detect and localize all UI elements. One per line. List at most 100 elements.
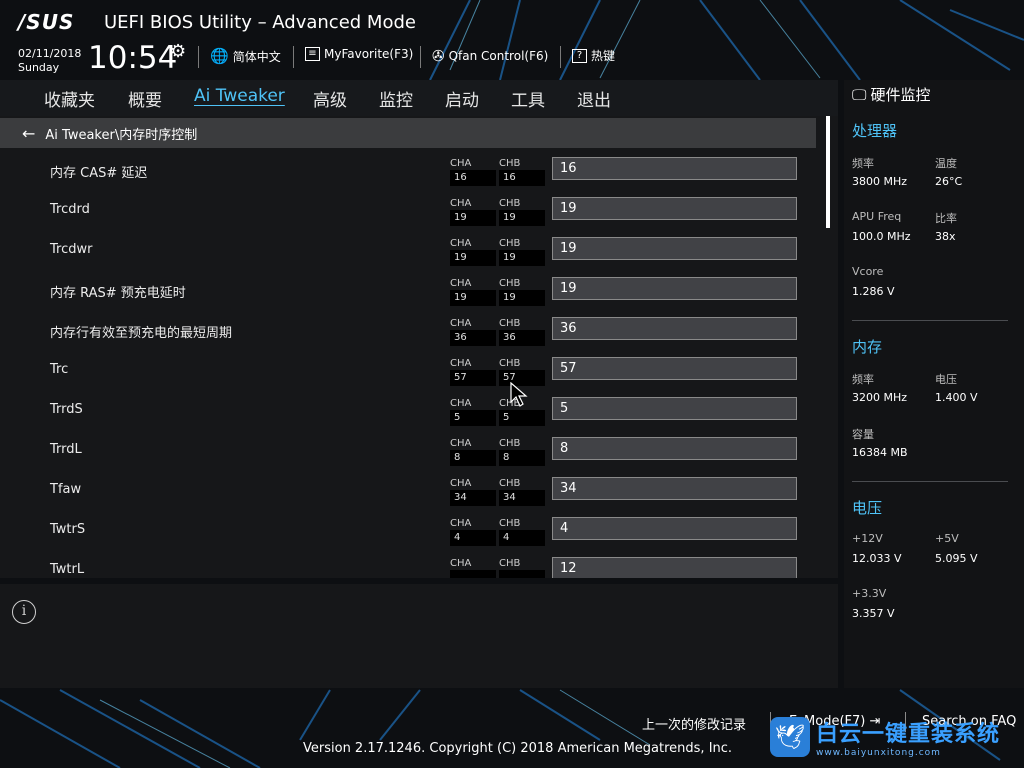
info-icon: i: [12, 600, 36, 624]
timing-label: Tfaw: [50, 482, 82, 497]
timing-input[interactable]: 36: [552, 317, 797, 340]
channel-b-value: 34: [499, 490, 545, 506]
timing-input[interactable]: 19: [552, 197, 797, 220]
timing-row[interactable]: TwtrL CHA CHB 12: [0, 552, 816, 578]
header-divider: [420, 46, 421, 68]
channel-b-value: 4: [499, 530, 545, 546]
channel-a-readout: CHA 19: [450, 237, 496, 266]
timing-row[interactable]: 内存 CAS# 延迟 CHA 16 CHB 16 16: [0, 152, 816, 192]
mem-freq-label: 频率: [852, 373, 874, 386]
monitor-icon: 🖵: [852, 85, 867, 104]
channel-a-value: 57: [450, 370, 496, 386]
timing-label: TwtrL: [50, 562, 85, 577]
channel-a-readout: CHA 36: [450, 317, 496, 346]
apu-freq-label: APU Freq: [852, 210, 902, 223]
timing-input[interactable]: 5: [552, 397, 797, 420]
channel-a-value: 4: [450, 530, 496, 546]
timing-row[interactable]: 内存行有效至预充电的最短周期 CHA 36 CHB 36 36: [0, 312, 816, 352]
channel-b-value: 36: [499, 330, 545, 346]
scrollbar[interactable]: [826, 116, 830, 228]
myfavorite-button[interactable]: ≡ MyFavorite(F3): [305, 47, 413, 61]
timing-input[interactable]: 12: [552, 557, 797, 578]
hotkeys-label: 热键: [591, 49, 616, 63]
cpu-temp-label: 温度: [935, 157, 957, 170]
settings-panel: ← Ai Tweaker\内存时序控制 内存 CAS# 延迟 CHA 16 CHB 16…: [0, 116, 838, 578]
channel-b-readout: CHB 19: [499, 237, 545, 266]
channel-a-readout: CHA 8: [450, 437, 496, 466]
clock: 10:54: [88, 40, 178, 76]
channel-a-caption: CHA: [450, 318, 472, 329]
channel-b-value: [499, 570, 545, 578]
timing-label: TrrdS: [50, 402, 83, 417]
back-arrow-icon[interactable]: ←: [22, 124, 35, 143]
timing-row[interactable]: 内存 RAS# 预充电延时 CHA 19 CHB 19 19: [0, 272, 816, 312]
channel-a-caption: CHA: [450, 398, 472, 409]
timing-row[interactable]: TwtrS CHA 4 CHB 4 4: [0, 512, 816, 552]
channel-a-caption: CHA: [450, 358, 472, 369]
last-modified-button[interactable]: 上一次的修改记录: [642, 714, 746, 733]
channel-b-value: 19: [499, 290, 545, 306]
channel-a-caption: CHA: [450, 278, 472, 289]
channel-b-readout: CHB 8: [499, 437, 545, 466]
tab-main[interactable]: 概要: [128, 86, 162, 111]
tab-monitor[interactable]: 监控: [379, 86, 413, 111]
channel-a-value: 36: [450, 330, 496, 346]
channel-b-caption: CHB: [499, 278, 521, 289]
channel-b-caption: CHB: [499, 518, 521, 529]
app-title: UEFI BIOS Utility – Advanced Mode: [104, 12, 416, 33]
cpu-freq-value: 3800 MHz: [852, 175, 908, 188]
mem-volt-value: 1.400 V: [935, 391, 978, 404]
asus-logo: /SUS: [18, 10, 75, 34]
watermark-main: 白云一键重装系统: [816, 722, 1001, 747]
mem-freq-value: 3200 MHz: [852, 391, 908, 404]
tab-favorites[interactable]: 收藏夹: [44, 86, 95, 111]
channel-a-caption: CHA: [450, 478, 472, 489]
timing-input[interactable]: 16: [552, 157, 797, 180]
timing-row[interactable]: Trcdwr CHA 19 CHB 19 19: [0, 232, 816, 272]
channel-a-caption: CHA: [450, 518, 472, 529]
channel-a-value: 16: [450, 170, 496, 186]
timing-input[interactable]: 8: [552, 437, 797, 460]
tab-tool[interactable]: 工具: [511, 86, 545, 111]
channel-a-value: 5: [450, 410, 496, 426]
apu-freq-value: 100.0 MHz: [852, 230, 911, 243]
language-button[interactable]: 🌐 简体中文: [210, 47, 281, 65]
watermark: 🕊 白云一键重装系统 www.baiyunxitong.com: [770, 712, 1020, 762]
timing-row[interactable]: TrrdS CHA 5 CHB 5 5: [0, 392, 816, 432]
timing-row[interactable]: TrrdL CHA 8 CHB 8 8: [0, 432, 816, 472]
tab-exit[interactable]: 退出: [577, 86, 611, 111]
channel-a-caption: CHA: [450, 158, 472, 169]
channel-b-caption: CHB: [499, 318, 521, 329]
timing-input[interactable]: 19: [552, 237, 797, 260]
channel-a-readout: CHA 19: [450, 277, 496, 306]
watermark-text: 白云一键重装系统 www.baiyunxitong.com: [816, 716, 1000, 758]
watermark-url: www.baiyunxitong.com: [816, 748, 941, 758]
hw-divider: [852, 320, 1008, 321]
timing-row[interactable]: Trcdrd CHA 19 CHB 19 19: [0, 192, 816, 232]
gear-icon[interactable]: ⚙: [170, 41, 186, 62]
hotkeys-button[interactable]: ? 热键: [572, 47, 615, 64]
cpu-temp-value: 26°C: [935, 175, 963, 188]
timing-input[interactable]: 57: [552, 357, 797, 380]
mem-capacity-label: 容量: [852, 428, 874, 441]
tab-ai-tweaker[interactable]: Ai Tweaker: [194, 86, 285, 106]
fan-icon: ✇: [432, 47, 445, 65]
channel-b-value: 5: [499, 410, 545, 426]
timing-input[interactable]: 34: [552, 477, 797, 500]
channel-a-caption: CHA: [450, 558, 472, 569]
channel-a-value: 19: [450, 210, 496, 226]
channel-a-readout: CHA 5: [450, 397, 496, 426]
channel-b-caption: CHB: [499, 358, 521, 369]
timing-input[interactable]: 19: [552, 277, 797, 300]
timing-row[interactable]: Tfaw CHA 34 CHB 34 34: [0, 472, 816, 512]
cpu-freq-label: 频率: [852, 157, 874, 170]
breadcrumb[interactable]: ← Ai Tweaker\内存时序控制: [0, 118, 816, 148]
header: /SUS UEFI BIOS Utility – Advanced Mode 0…: [0, 0, 1024, 80]
qfan-control-button[interactable]: ✇ Qfan Control(F6): [432, 47, 548, 65]
date-text: 02/11/2018: [18, 47, 82, 60]
version-text: Version 2.17.1246. Copyright (C) 2018 Am…: [303, 741, 733, 756]
timing-input[interactable]: 4: [552, 517, 797, 540]
tab-advanced[interactable]: 高级: [313, 86, 347, 111]
tab-boot[interactable]: 启动: [445, 86, 479, 111]
timing-row[interactable]: Trc CHA 57 CHB 57 57: [0, 352, 816, 392]
